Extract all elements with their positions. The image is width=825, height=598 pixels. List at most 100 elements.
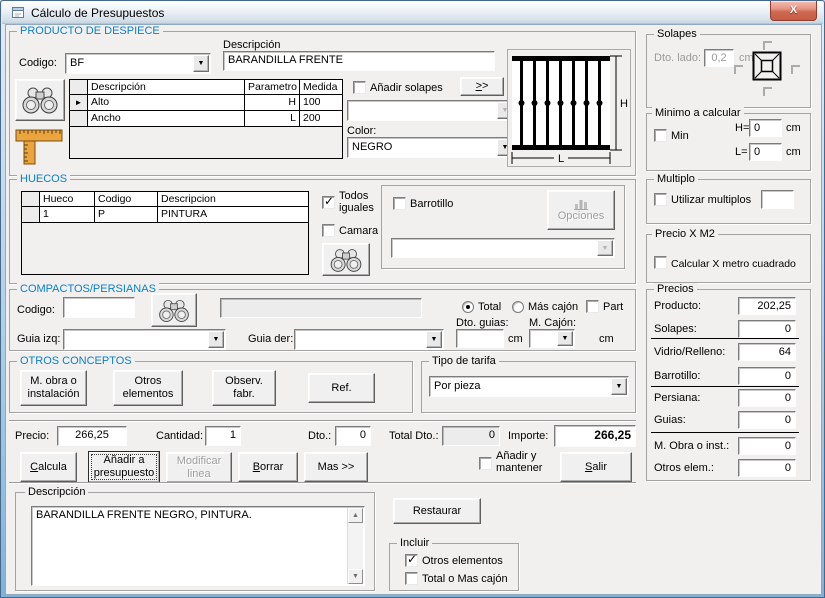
anadir-solapes-checkbox[interactable]: ✓ (353, 81, 366, 94)
despiece-grid[interactable]: Descripción Parametro Medida ► Alto H 10… (69, 79, 343, 159)
buscar-compacto-button[interactable] (151, 293, 197, 327)
mas-cajon-radio[interactable] (512, 301, 524, 313)
codigo-label: Codigo: (19, 57, 57, 69)
table-row[interactable]: 1 P PINTURA (22, 207, 308, 223)
chevron-down-icon[interactable]: ▼ (426, 331, 442, 348)
camara-label: Camara (339, 225, 378, 237)
separator (9, 482, 636, 484)
buscar-producto-button[interactable] (15, 79, 65, 121)
precio-mano-obra-value[interactable]: 0 (738, 437, 796, 455)
guia-izq-combo[interactable]: ▼ (63, 329, 226, 350)
descripcion-label: Descripción (223, 39, 280, 51)
dto-lado-input: 0,2 (704, 49, 734, 67)
expand-solapes-button[interactable]: >> (460, 77, 504, 96)
m-cajon-combo[interactable]: ▼ (529, 329, 575, 348)
otros-elementos-button[interactable]: Otros elementos (113, 370, 183, 406)
anadir-presupuesto-button[interactable]: Añadir a presupuesto (88, 451, 160, 483)
group-solapes (646, 34, 811, 108)
precio-producto-value[interactable]: 202,25 (738, 297, 796, 315)
binoculars-icon (157, 297, 191, 324)
binoculars-icon (20, 84, 60, 116)
min-label: Min (671, 130, 689, 142)
chevron-down-icon[interactable]: ▼ (208, 331, 224, 348)
window-icon (11, 5, 26, 20)
modificar-linea-button[interactable]: Modificar linea (166, 452, 232, 483)
scroll-down-icon[interactable]: ▼ (348, 569, 363, 584)
borrar-button[interactable]: Borrar (238, 452, 298, 482)
scroll-up-icon[interactable]: ▲ (348, 508, 363, 523)
incluir-total-mas-cajon-checkbox[interactable]: ✓ (405, 572, 418, 585)
salir-button[interactable]: Salir (560, 452, 632, 482)
group-precio-m2-label: Precio X M2 (652, 228, 718, 241)
row-selector-header (70, 80, 88, 94)
compactos-codigo-label: Codigo: (17, 304, 55, 316)
codigo-combo[interactable]: BF ▼ (65, 53, 211, 74)
chevron-down-icon[interactable]: ▼ (557, 331, 573, 346)
close-button[interactable]: X (770, 1, 817, 21)
guia-der-combo[interactable]: ▼ (294, 329, 444, 350)
precio-guias-value[interactable]: 0 (738, 411, 796, 429)
chevron-down-icon: ▼ (597, 240, 613, 256)
precio-persiana-label: Persiana: (654, 392, 700, 404)
chevron-down-icon[interactable]: ▼ (611, 378, 627, 395)
opciones-button[interactable]: Opciones (547, 190, 615, 230)
table-row[interactable]: ► Alto H 100 (70, 95, 342, 111)
compactos-codigo-input[interactable] (63, 297, 135, 318)
descripcion-textarea[interactable]: BARANDILLA FRENTE NEGRO, PINTURA. ▲ ▼ (31, 506, 365, 586)
group-otros-conceptos-label: OTROS CONCEPTOS (17, 355, 135, 368)
incluir-otros-elementos-checkbox[interactable]: ✓ (405, 554, 418, 567)
despiece-grid-header: Descripción Parametro Medida (70, 80, 342, 95)
ref-button[interactable]: Ref. (308, 373, 375, 403)
precio-input[interactable]: 266,25 (57, 426, 127, 446)
calcula-button[interactable]: Calcula (20, 452, 77, 482)
color-combo[interactable]: NEGRO ▼ (347, 137, 515, 158)
descripcion-input[interactable]: BARANDILLA FRENTE (223, 51, 495, 71)
tipo-tarifa-combo[interactable]: Por pieza ▼ (429, 376, 629, 397)
min-h-label: H= (735, 122, 749, 134)
group-precios-label: Precios (654, 283, 697, 296)
group-tipo-tarifa-label: Tipo de tarifa (429, 355, 499, 368)
frame-section-diagram (752, 51, 782, 81)
observ-fabr-button[interactable]: Observ. fabr. (212, 370, 276, 406)
barrotillo-checkbox[interactable]: ✓ (393, 197, 406, 210)
importe-label: Importe: (508, 430, 548, 442)
precio-barrotillo-value[interactable]: 0 (738, 367, 796, 385)
precio-producto-label: Producto: (654, 300, 701, 312)
todos-iguales-checkbox[interactable]: ✓ (322, 196, 335, 209)
chevron-down-icon[interactable]: ▼ (193, 55, 209, 72)
total-radio[interactable] (462, 301, 474, 313)
total-radio-label: Total (478, 301, 501, 313)
mas-button[interactable]: Mas >> (304, 452, 368, 482)
table-row[interactable]: Ancho L 200 (70, 111, 342, 127)
restaurar-button[interactable]: Restaurar (393, 498, 481, 524)
part-checkbox[interactable]: ✓ (586, 300, 599, 313)
min-l-input[interactable]: 0 (749, 143, 782, 161)
precio-persiana-value[interactable]: 0 (738, 389, 796, 407)
huecos-grid[interactable]: Hueco Codigo Descripcion 1 P PINTURA (21, 191, 309, 275)
mano-obra-button[interactable]: M. obra o instalación (20, 370, 87, 406)
multiplo-input[interactable] (761, 190, 794, 209)
min-h-unit: cm (786, 122, 801, 134)
incluir-total-mas-cajon-label: Total o Mas cajón (422, 573, 508, 585)
dto-guias-input[interactable] (456, 329, 504, 348)
scrollbar[interactable]: ▲ ▼ (347, 508, 363, 584)
precio-solapes-value[interactable]: 0 (738, 320, 796, 338)
cantidad-input[interactable]: 1 (205, 426, 241, 446)
precio-vidrio-value[interactable]: 64 (738, 343, 796, 361)
group-solapes-label: Solapes (654, 28, 700, 41)
calcular-m2-checkbox[interactable]: ✓ (654, 256, 667, 269)
dto-input[interactable]: 0 (335, 426, 371, 446)
cantidad-label: Cantidad: (156, 430, 203, 442)
precios-separator (651, 338, 799, 339)
utilizar-multiplos-checkbox[interactable]: ✓ (654, 193, 667, 206)
min-checkbox[interactable]: ✓ (654, 129, 667, 142)
col-medida: Medida (300, 80, 342, 94)
anadir-mantener-checkbox[interactable]: ✓ (479, 457, 492, 470)
buscar-hueco-button[interactable] (322, 243, 370, 276)
camara-checkbox[interactable]: ✓ (322, 224, 335, 237)
importe-value: 266,25 (554, 425, 636, 447)
precio-otros-value[interactable]: 0 (738, 459, 796, 477)
min-h-input[interactable]: 0 (749, 119, 782, 137)
window-title: Cálculo de Presupuestos (31, 6, 164, 20)
dim-h-label: H (620, 98, 628, 110)
